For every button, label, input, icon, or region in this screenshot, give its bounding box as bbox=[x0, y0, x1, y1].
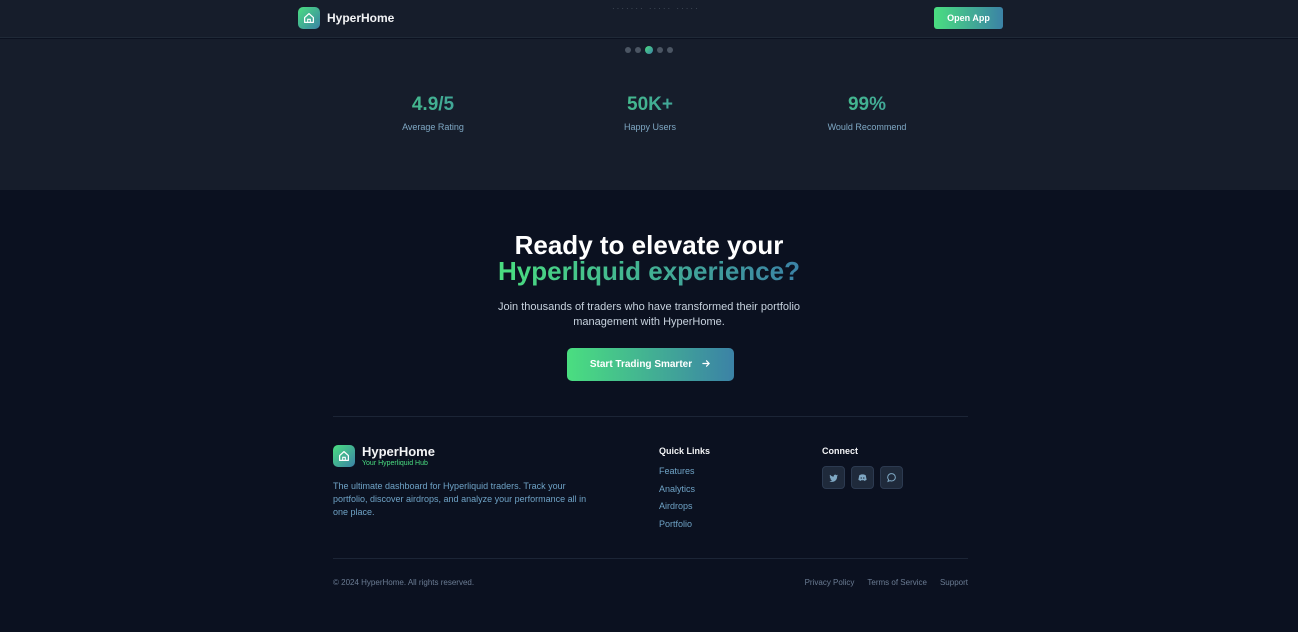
footer-brand[interactable]: HyperHome Your Hyperliquid Hub bbox=[333, 445, 435, 467]
footer-divider bbox=[333, 416, 968, 417]
terms-of-service-link[interactable]: Terms of Service bbox=[867, 578, 927, 587]
house-icon bbox=[333, 445, 355, 467]
stat-average-rating: 4.9/5 Average Rating bbox=[333, 94, 533, 132]
footer-link-portfolio[interactable]: Portfolio bbox=[659, 519, 695, 530]
stat-value: 4.9/5 bbox=[333, 94, 533, 116]
start-trading-button[interactable]: Start Trading Smarter bbox=[567, 348, 734, 381]
stat-value: 50K+ bbox=[550, 94, 750, 116]
top-nav: HyperHome ······· ····· ····· Open App bbox=[0, 0, 1298, 38]
stat-happy-users: 50K+ Happy Users bbox=[550, 94, 750, 132]
chat-icon[interactable] bbox=[880, 466, 903, 489]
carousel-dot-active[interactable] bbox=[645, 46, 653, 54]
cta-heading-line2: Hyperliquid experience? bbox=[498, 256, 800, 286]
arrow-right-icon bbox=[702, 359, 711, 371]
carousel-indicators bbox=[625, 46, 673, 54]
house-icon bbox=[298, 7, 320, 29]
support-link[interactable]: Support bbox=[940, 578, 968, 587]
carousel-dot[interactable] bbox=[657, 47, 663, 53]
footer-bottom-divider bbox=[333, 558, 968, 559]
connect-title: Connect bbox=[822, 446, 858, 456]
footer-link-airdrops[interactable]: Airdrops bbox=[659, 502, 695, 512]
cta-subtitle: Join thousands of traders who have trans… bbox=[497, 301, 801, 328]
quick-links: Features Analytics Airdrops Portfolio bbox=[659, 466, 695, 530]
social-links bbox=[822, 466, 903, 489]
copyright-text: © 2024 HyperHome. All rights reserved. bbox=[333, 578, 475, 587]
carousel-dot[interactable] bbox=[625, 47, 631, 53]
footer-description: The ultimate dashboard for Hyperliquid t… bbox=[333, 481, 587, 517]
footer-link-analytics[interactable]: Analytics bbox=[659, 484, 695, 495]
stats-section: 4.9/5 Average Rating 50K+ Happy Users 99… bbox=[0, 39, 1298, 190]
footer-brand-name: HyperHome bbox=[362, 444, 435, 459]
stat-label: Happy Users bbox=[623, 122, 677, 132]
cta-heading: Ready to elevate your Hyperliquid experi… bbox=[0, 232, 1298, 284]
carousel-dot[interactable] bbox=[667, 47, 673, 53]
footer-link-features[interactable]: Features bbox=[659, 466, 695, 477]
stat-would-recommend: 99% Would Recommend bbox=[767, 94, 967, 132]
open-app-button[interactable]: Open App bbox=[934, 7, 1003, 29]
stat-label: Average Rating bbox=[402, 122, 464, 132]
start-trading-label: Start Trading Smarter bbox=[589, 359, 693, 370]
header-decoration: ······· ····· ····· bbox=[612, 4, 700, 13]
discord-icon[interactable] bbox=[851, 466, 874, 489]
stat-label: Would Recommend bbox=[827, 122, 907, 132]
twitter-icon[interactable] bbox=[822, 466, 845, 489]
brand-name: HyperHome bbox=[327, 11, 395, 25]
quick-links-title: Quick Links bbox=[659, 446, 711, 456]
carousel-dot[interactable] bbox=[635, 47, 641, 53]
legal-links: Privacy Policy Terms of Service Support bbox=[805, 578, 968, 587]
stat-value: 99% bbox=[767, 94, 967, 116]
footer-tagline: Your Hyperliquid Hub bbox=[362, 460, 428, 467]
privacy-policy-link[interactable]: Privacy Policy bbox=[805, 578, 855, 587]
header-brand[interactable]: HyperHome bbox=[298, 7, 394, 29]
